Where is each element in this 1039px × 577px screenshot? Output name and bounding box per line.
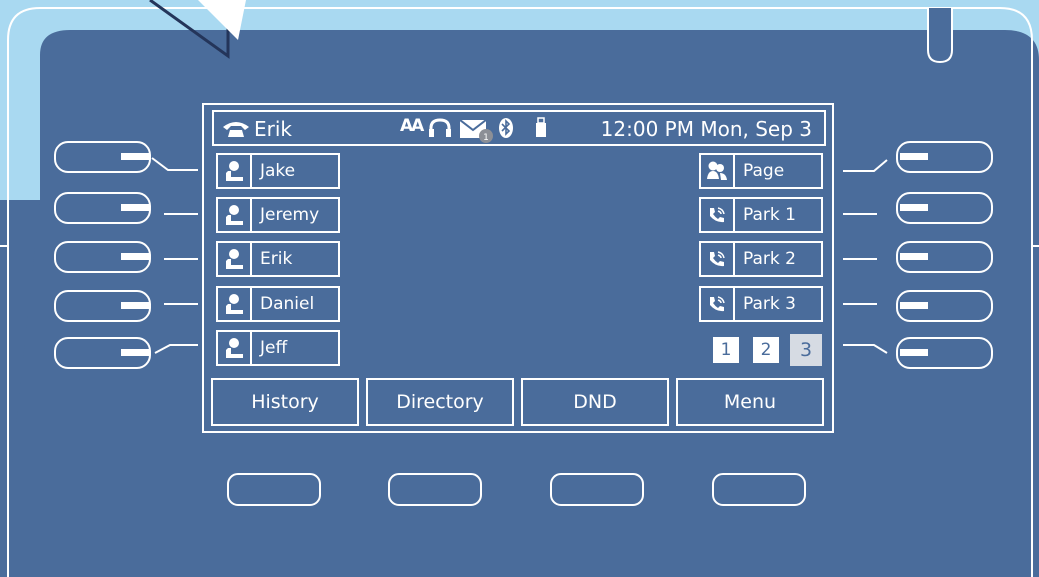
right-line-button-5[interactable]	[896, 337, 993, 369]
line-key-label: Park 1	[743, 205, 796, 225]
clock-datetime: 12:00 PM Mon, Sep 3	[600, 117, 812, 141]
softkey-dnd[interactable]: DND	[521, 378, 669, 426]
softkey-button-4[interactable]	[712, 473, 806, 506]
phone-handset-icon	[223, 122, 249, 137]
mail-icon: 1	[460, 120, 493, 143]
softkey-button-2[interactable]	[388, 473, 482, 506]
line-key-label: Jeremy	[260, 205, 320, 225]
page-group-icon	[701, 155, 735, 187]
line-key-page[interactable]: Page	[699, 153, 823, 189]
left-line-button-1[interactable]	[54, 141, 151, 173]
page-indicator-2[interactable]: 2	[753, 337, 779, 363]
softkey-button-1[interactable]	[227, 473, 321, 506]
line-key-park-2[interactable]: Park 2	[699, 241, 823, 277]
softkey-menu[interactable]: Menu	[676, 378, 824, 426]
person-icon	[218, 243, 252, 275]
left-line-button-5[interactable]	[54, 337, 151, 369]
font-size-icon: AA	[400, 116, 424, 136]
person-icon	[218, 332, 252, 364]
current-user: Erik	[254, 117, 292, 141]
right-line-button-2[interactable]	[896, 192, 993, 224]
line-key-label: Jake	[260, 161, 296, 181]
softkey-directory[interactable]: Directory	[366, 378, 514, 426]
softkey-button-3[interactable]	[550, 473, 644, 506]
park-call-icon	[701, 288, 735, 320]
line-key-erik[interactable]: Erik	[216, 241, 340, 277]
right-line-button-1[interactable]	[896, 141, 993, 173]
park-call-icon	[701, 199, 735, 231]
right-line-button-4[interactable]	[896, 290, 993, 322]
line-key-jeff[interactable]: Jeff	[216, 330, 340, 366]
mail-badge: 1	[483, 133, 489, 143]
line-key-jeremy[interactable]: Jeremy	[216, 197, 340, 233]
bluetooth-icon	[499, 118, 513, 138]
left-line-button-3[interactable]	[54, 241, 151, 273]
left-line-button-4[interactable]	[54, 290, 151, 322]
line-key-jake[interactable]: Jake	[216, 153, 340, 189]
line-key-label: Park 2	[743, 249, 796, 269]
headset-icon	[429, 118, 451, 137]
usb-icon	[536, 117, 546, 137]
person-icon	[218, 199, 252, 231]
right-line-button-3[interactable]	[896, 241, 993, 273]
line-key-label: Erik	[260, 249, 293, 269]
softkey-history[interactable]: History	[211, 378, 359, 426]
line-key-label: Page	[743, 161, 785, 181]
page-indicator-3[interactable]: 3	[790, 334, 822, 366]
line-key-label: Park 3	[743, 294, 796, 314]
line-key-label: Jeff	[260, 338, 288, 358]
person-icon	[218, 155, 252, 187]
line-key-park-1[interactable]: Park 1	[699, 197, 823, 233]
line-key-park-3[interactable]: Park 3	[699, 286, 823, 322]
park-call-icon	[701, 243, 735, 275]
line-key-daniel[interactable]: Daniel	[216, 286, 340, 322]
person-icon	[218, 288, 252, 320]
status-bar: Erik AA 1 12:00 PM Mon, Sep 3	[212, 110, 826, 146]
line-key-label: Daniel	[260, 294, 315, 314]
left-line-button-2[interactable]	[54, 192, 151, 224]
page-indicator-1[interactable]: 1	[713, 337, 739, 363]
